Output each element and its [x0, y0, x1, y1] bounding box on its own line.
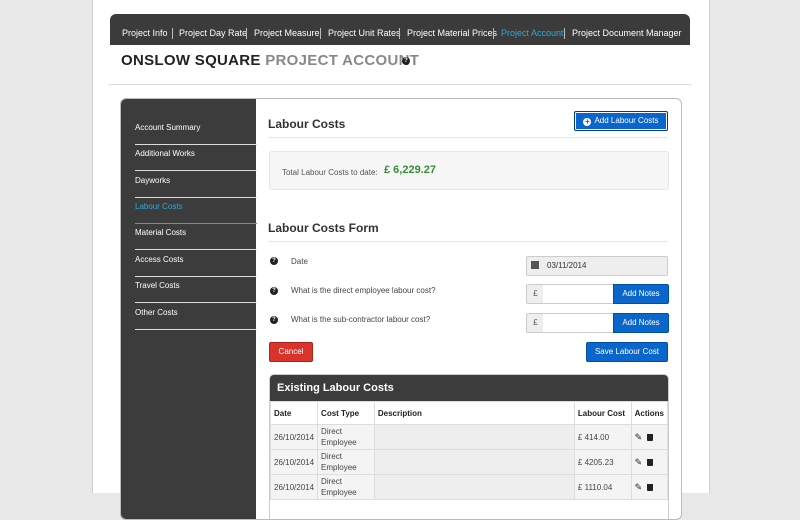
labour-costs-table: Date Cost Type Description Labour Cost A…: [270, 401, 668, 500]
row-actions: ✎: [630, 424, 668, 450]
project-nav: Project Info Project Day Rate Project Me…: [110, 14, 690, 45]
sub-contractor-cost-label: What is the sub-contractor labour cost?: [291, 315, 431, 324]
row-cost-type-line2: Employee: [321, 438, 357, 447]
calendar-icon: [531, 261, 539, 269]
direct-employee-cost-label: What is the direct employee labour cost?: [291, 286, 436, 295]
sidebar-item-access-costs[interactable]: Access Costs: [135, 250, 257, 277]
save-labour-cost-button[interactable]: Save Labour Cost: [586, 342, 668, 362]
help-icon[interactable]: ?: [270, 287, 278, 295]
total-labour-costs-label: Total Labour Costs to date:: [282, 168, 378, 177]
nav-project-document-manager[interactable]: Project Document Manager: [572, 14, 682, 45]
account-sidebar: Account Summary Additional Works Daywork…: [121, 99, 257, 519]
date-field[interactable]: 03/11/2014: [526, 256, 668, 276]
sidebar-item-other-costs[interactable]: Other Costs: [135, 303, 257, 330]
divider: [268, 241, 668, 242]
existing-labour-costs-table: Existing Labour Costs Date Cost Type Des…: [269, 374, 669, 519]
nav-project-day-rate[interactable]: Project Day Rate: [179, 14, 247, 45]
nav-separator: [564, 28, 565, 39]
existing-labour-costs-title: Existing Labour Costs: [277, 382, 394, 394]
nav-project-material-prices[interactable]: Project Material Prices: [407, 14, 497, 45]
row-cost-type: Direct Employee: [317, 424, 375, 450]
column-header-actions: Actions: [630, 401, 668, 425]
row-labour-cost: £ 414.00: [573, 424, 632, 450]
pencil-icon[interactable]: ✎: [635, 432, 643, 442]
plus-circle-icon: +: [583, 117, 592, 126]
pencil-icon[interactable]: ✎: [635, 482, 643, 492]
table-row: 26/10/2014 Direct Employee £ 4205.23 ✎: [270, 449, 668, 475]
row-date: 26/10/2014: [270, 424, 319, 450]
divider: [108, 84, 692, 85]
project-name: ONSLOW SQUARE: [121, 52, 261, 69]
row-cost-type: Direct Employee: [317, 449, 375, 475]
column-header-description: Description: [373, 401, 575, 425]
total-labour-costs-value: £ 6,229.27: [384, 164, 436, 176]
sidebar-item-travel-costs[interactable]: Travel Costs: [135, 276, 257, 303]
table-row: 26/10/2014 Direct Employee £ 414.00 ✎: [270, 424, 668, 450]
nav-project-measure[interactable]: Project Measure: [254, 14, 320, 45]
column-header-labour-cost: Labour Cost: [573, 401, 632, 425]
help-icon[interactable]: ?: [402, 57, 410, 65]
table-header-bar: Existing Labour Costs: [270, 375, 668, 401]
nav-project-account[interactable]: Project Account: [501, 14, 564, 45]
row-date: 26/10/2014: [270, 449, 319, 475]
trash-icon[interactable]: [646, 458, 653, 466]
nav-separator: [246, 28, 247, 39]
total-labour-costs-box: Total Labour Costs to date: £ 6,229.27: [269, 151, 669, 190]
help-icon[interactable]: ?: [270, 316, 278, 324]
table-header-row: Date Cost Type Description Labour Cost A…: [270, 401, 668, 425]
sidebar-item-additional-works[interactable]: Additional Works: [135, 144, 257, 171]
pencil-icon[interactable]: ✎: [635, 457, 643, 467]
row-description: [373, 449, 575, 475]
sidebar-item-account-summary[interactable]: Account Summary: [135, 118, 257, 145]
row-cost-type-line1: Direct: [321, 477, 342, 486]
nav-separator: [493, 28, 494, 39]
add-labour-costs-label: Add Labour Costs: [594, 116, 659, 125]
column-header-date: Date: [270, 401, 319, 425]
account-panel: Account Summary Additional Works Daywork…: [120, 98, 682, 520]
sub-contractor-cost-input[interactable]: [543, 313, 614, 333]
date-label: Date: [291, 257, 308, 266]
help-icon[interactable]: ?: [270, 257, 278, 265]
column-header-cost-type: Cost Type: [317, 401, 375, 425]
row-labour-cost: £ 1110.04: [573, 474, 632, 500]
add-labour-costs-button[interactable]: + Add Labour Costs: [574, 111, 668, 131]
date-value: 03/11/2014: [547, 261, 587, 270]
labour-costs-form-heading: Labour Costs Form: [268, 221, 379, 235]
row-description: [373, 424, 575, 450]
row-actions: ✎: [630, 449, 668, 475]
row-cost-type-line2: Employee: [321, 463, 357, 472]
add-notes-button-sub[interactable]: Add Notes: [613, 313, 669, 333]
direct-employee-cost-input[interactable]: [543, 284, 614, 304]
trash-icon[interactable]: [646, 483, 653, 491]
page-title: ONSLOW SQUARE PROJECT ACCOUNT: [121, 52, 419, 69]
nav-project-unit-rates[interactable]: Project Unit Rates: [328, 14, 401, 45]
add-notes-button-direct[interactable]: Add Notes: [613, 284, 669, 304]
row-cost-type-line1: Direct: [321, 452, 342, 461]
row-description: [373, 474, 575, 500]
nav-separator: [172, 28, 173, 39]
table-row: 26/10/2014 Direct Employee £ 1110.04 ✎: [270, 474, 668, 500]
row-cost-type-line1: Direct: [321, 427, 342, 436]
nav-separator: [399, 28, 400, 39]
section-name: PROJECT ACCOUNT: [265, 52, 420, 69]
divider: [268, 137, 668, 138]
sidebar-item-labour-costs[interactable]: Labour Costs: [135, 197, 257, 224]
nav-project-info[interactable]: Project Info: [122, 14, 168, 45]
row-date: 26/10/2014: [270, 474, 319, 500]
trash-icon[interactable]: [646, 433, 653, 441]
labour-costs-heading: Labour Costs: [268, 117, 346, 131]
row-labour-cost: £ 4205.23: [573, 449, 632, 475]
nav-separator: [320, 28, 321, 39]
sidebar-item-dayworks[interactable]: Dayworks: [135, 171, 257, 198]
row-actions: ✎: [630, 474, 668, 500]
row-cost-type: Direct Employee: [317, 474, 375, 500]
cancel-button[interactable]: Cancel: [269, 342, 313, 362]
sidebar-item-material-costs[interactable]: Material Costs: [135, 223, 257, 250]
